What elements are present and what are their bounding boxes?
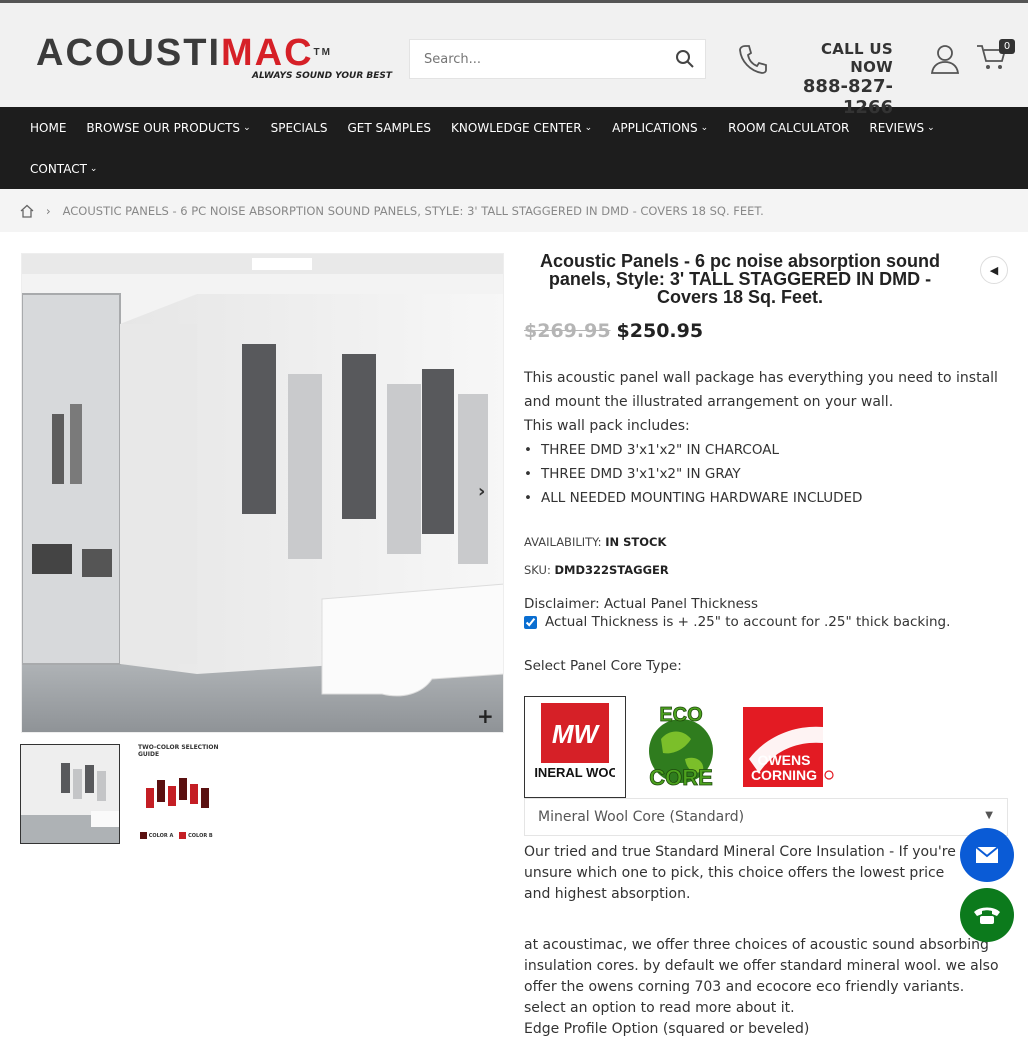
product-photo: [22, 254, 503, 732]
disclaimer-checkbox[interactable]: [524, 615, 537, 629]
chevron-down-icon: ⌄: [700, 122, 709, 133]
site-logo[interactable]: ACOUSTIMACTM ALWAYS SOUND YOUR BEST: [36, 33, 396, 85]
chevron-down-icon: ⌄: [243, 122, 251, 133]
nav-item-label: GET SAMPLES: [347, 120, 432, 135]
old-price: $269.95: [524, 320, 611, 342]
current-price: $250.95: [616, 320, 704, 342]
phone-icon: [739, 45, 767, 74]
core-type-select[interactable]: Mineral Wool Core (Standard) ▼: [524, 798, 1008, 836]
nav-item-label: HOME: [30, 120, 67, 135]
core-options: MW MINERAL WOOL ECO CORE OWENS CORNING: [524, 696, 1008, 798]
product-image[interactable]: › +: [21, 253, 504, 733]
call-number[interactable]: 888-827-1266: [778, 76, 893, 118]
share-icon[interactable]: ◀: [980, 256, 1008, 284]
nav-item-label: ROOM CALCULATOR: [728, 120, 850, 135]
nav-item-browse-our-products[interactable]: BROWSE OUR PRODUCTS ⌄: [86, 121, 250, 135]
product-title: Acoustic Panels - 6 pc noise absorption …: [539, 251, 941, 307]
product-description: This acoustic panel wall package has eve…: [524, 366, 1008, 510]
chevron-down-icon: ⌄: [584, 122, 593, 133]
core-option-eco-core[interactable]: ECO CORE: [630, 696, 732, 798]
core-name: MINERAL WOOL: [535, 765, 615, 780]
chevron-down-icon: ⌄: [927, 122, 935, 133]
price-block: $269.95 $250.95: [524, 320, 1008, 342]
nav-item-label: CONTACT: [30, 161, 87, 176]
includes-list: THREE DMD 3'x1'x2" IN CHARCOALTHREE DMD …: [524, 438, 1008, 510]
disclaimer-checkbox-row[interactable]: Actual Thickness is + .25" to account fo…: [524, 614, 1008, 630]
nav-row: CONTACT ⌄: [20, 148, 1028, 189]
user-icon[interactable]: [930, 43, 960, 75]
main-nav: HOME BROWSE OUR PRODUCTS ⌄ SPECIALS GET SAMP…: [0, 107, 1028, 189]
edge-profile-label: Edge Profile Option (squared or beveled): [524, 1021, 810, 1037]
nav-item-label: KNOWLEDGE CENTER: [451, 120, 582, 135]
chevron-down-icon: ▼: [985, 810, 993, 821]
core-option-owens-corning[interactable]: OWENS CORNING: [736, 696, 838, 798]
product-meta: AVAILABILITY: IN STOCK SKU: DMD322STAGGE…: [524, 528, 1008, 584]
breadcrumb-separator: ›: [46, 203, 51, 218]
svg-text:ECO: ECO: [659, 704, 702, 726]
includes-item: THREE DMD 3'x1'x2" IN CHARCOAL: [524, 438, 1008, 462]
breadcrumb-current: ACOUSTIC PANELS - 6 PC NOISE ABSORPTION …: [62, 203, 764, 218]
search-box: [409, 39, 706, 79]
logo-tagline: ALWAYS SOUND YOUR BEST: [252, 71, 393, 81]
search-input[interactable]: [410, 40, 660, 78]
core-type-selected: Mineral Wool Core (Standard): [538, 809, 745, 825]
nav-item-specials[interactable]: SPECIALS: [271, 121, 328, 135]
core-type-label: Select Panel Core Type:: [524, 658, 682, 674]
search-icon[interactable]: [675, 49, 695, 69]
intro-text: This acoustic panel wall package has eve…: [524, 370, 998, 410]
mail-icon: [975, 846, 999, 863]
home-icon[interactable]: [20, 204, 34, 218]
sku-value: DMD322STAGGER: [554, 563, 669, 577]
email-button[interactable]: [960, 828, 1014, 882]
disclaimer-title: Disclaimer: Actual Panel Thickness: [524, 596, 759, 612]
svg-text:CORNING: CORNING: [751, 767, 817, 783]
site-header: ACOUSTIMACTM ALWAYS SOUND YOUR BEST CALL…: [0, 3, 1028, 118]
color-a-label: COLOR A: [148, 833, 174, 839]
includes-item: THREE DMD 3'x1'x2" IN GRAY: [524, 462, 1008, 486]
call-button[interactable]: [960, 888, 1014, 942]
telephone-icon: [974, 907, 1000, 924]
nav-item-label: BROWSE OUR PRODUCTS: [86, 120, 241, 135]
svg-text:CORE: CORE: [649, 765, 713, 790]
breadcrumb: › ACOUSTIC PANELS - 6 PC NOISE ABSORPTIO…: [0, 189, 1028, 232]
nav-item-get-samples[interactable]: GET SAMPLES: [347, 121, 431, 135]
call-label: CALL US NOW: [820, 40, 893, 76]
nav-item-reviews[interactable]: REVIEWS ⌄: [869, 121, 934, 135]
svg-text:MW: MW: [552, 719, 601, 749]
disclaimer-checkbox-label: Actual Thickness is + .25" to account fo…: [545, 614, 951, 630]
nav-item-label: SPECIALS: [270, 120, 328, 135]
thumbnail-2[interactable]: TWO-COLOR SELECTION GUIDE COLOR A COLOR …: [130, 744, 230, 844]
nav-item-applications[interactable]: APPLICATIONS ⌄: [612, 121, 708, 135]
availability-label: AVAILABILITY:: [524, 535, 602, 549]
core-option-mineral-wool[interactable]: MW MINERAL WOOL: [524, 696, 626, 798]
nav-item-contact[interactable]: CONTACT ⌄: [30, 162, 97, 176]
nav-item-knowledge-center[interactable]: KNOWLEDGE CENTER ⌄: [451, 121, 592, 135]
sku-label: SKU:: [524, 563, 551, 577]
core-more-info: at acoustimac, we offer three choices of…: [524, 937, 999, 1016]
chevron-down-icon: ⌄: [89, 163, 98, 174]
next-image-icon[interactable]: ›: [478, 481, 485, 502]
nav-item-home[interactable]: HOME: [30, 121, 66, 135]
call-us[interactable]: CALL US NOW 888-827-1266: [778, 40, 893, 118]
includes-item: ALL NEEDED MOUNTING HARDWARE INCLUDED: [524, 486, 1008, 510]
color-b-label: COLOR B: [188, 833, 213, 839]
availability-value: IN STOCK: [605, 535, 667, 549]
zoom-icon[interactable]: +: [477, 704, 494, 728]
core-description: Our tried and true Standard Mineral Core…: [524, 844, 956, 902]
nav-item-label: REVIEWS: [869, 120, 925, 135]
thumbnail-caption: TWO-COLOR SELECTION GUIDE: [138, 744, 219, 758]
nav-item-label: APPLICATIONS: [612, 120, 698, 135]
includes-label: This wall pack includes:: [524, 418, 690, 434]
nav-item-room-calculator[interactable]: ROOM CALCULATOR: [728, 121, 849, 135]
product-info: Acoustic Panels - 6 pc noise absorption …: [524, 248, 1008, 1040]
thumbnail-1[interactable]: [20, 744, 120, 844]
cart-count-badge: 0: [999, 39, 1015, 54]
svg-text:OWENS: OWENS: [758, 752, 811, 768]
